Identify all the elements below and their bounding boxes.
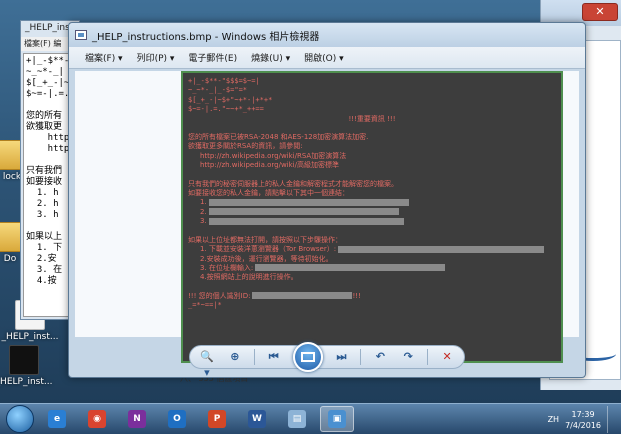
next-icon[interactable]: ⏭ — [333, 349, 351, 365]
divider — [253, 349, 255, 365]
redacted-block — [252, 292, 353, 300]
note-header-line: $[_+_-|~$+"~+*-|+*+* — [188, 95, 273, 104]
desktop-icon-help[interactable]: _HELP_inst... — [0, 345, 54, 387]
redacted-block — [208, 208, 399, 216]
fit-window-icon[interactable]: ⊕ — [226, 349, 244, 365]
taskbar-app-powerpoint[interactable]: P — [200, 406, 234, 432]
note-important: !!!重要資訊 !!! — [348, 114, 396, 123]
start-button[interactable] — [6, 405, 34, 433]
note-link-row: 2. — [188, 208, 556, 217]
taskbar-app-onenote[interactable]: N — [120, 406, 154, 432]
menu-print[interactable]: 列印(P) ▾ — [137, 51, 175, 64]
onenote-icon: N — [128, 410, 146, 428]
taskbar-app-notepad[interactable]: ▤ — [280, 406, 314, 432]
clock[interactable]: 17:39 7/4/2016 — [565, 409, 601, 431]
show-desktop-button[interactable] — [607, 406, 617, 433]
chrome-icon: ◉ — [88, 410, 106, 428]
system-tray: ZH 17:39 7/4/2016 — [548, 406, 617, 433]
divider — [360, 349, 362, 365]
delete-icon[interactable]: ✕ — [438, 349, 456, 365]
photo-viewer-titlebar[interactable]: _HELP_instructions.bmp - Windows 相片檢視器 — [69, 23, 585, 47]
note-link-row: 3. — [188, 217, 556, 226]
note-footer: _=*~==|* — [188, 301, 222, 310]
word-icon: W — [248, 410, 266, 428]
note-paragraph-line: 只有我們的秘密伺服器上的私人金鑰和解密程式才能解密您的檔案。 — [188, 179, 398, 188]
taskbar-app-chrome[interactable]: ◉ — [80, 406, 114, 432]
rotate-right-icon[interactable]: ↷ — [399, 349, 417, 365]
note-step: 4.按照網站上的說明進行操作。 — [200, 273, 298, 282]
redacted-block — [255, 264, 446, 272]
menu-burn[interactable]: 燒錄(U) ▾ — [251, 51, 290, 64]
desktop-icon-label: _HELP_inst... — [1, 332, 59, 342]
image-file-icon — [9, 345, 39, 375]
viewer-control-strip: 🔍▾ ⊕ ⏮ ⏭ ↶ ↷ ✕ — [189, 342, 465, 379]
note-number: 2. — [200, 207, 207, 216]
note-paragraph-line: 您的所有檔案已被RSA-2048 和AES-128加密演算法加密. — [188, 133, 369, 142]
taskbar-app-ie[interactable]: e — [40, 406, 74, 432]
note-link-row: 1. — [188, 198, 556, 207]
note-link: http://zh.wikipedia.org/wiki/高級加密標準 — [200, 161, 339, 170]
photo-viewer-window[interactable]: _HELP_instructions.bmp - Windows 相片檢視器 檔… — [68, 22, 586, 379]
viewer-controls: 🔍▾ ⊕ ⏮ ⏭ ↶ ↷ ✕ — [69, 337, 585, 379]
note-step-text: 1. 下載並安裝洋蔥瀏覽器（Tor Browser）: — [200, 245, 337, 254]
note-paragraph-line: 如要接收您的私人金鑰，請點擊以下其中一個連結： — [188, 189, 349, 198]
redacted-block — [208, 198, 409, 206]
photo-viewer-icon: ▣ — [328, 410, 346, 428]
note-step: 2.安裝成功後，運行瀏覽器，等待初始化。 — [200, 254, 333, 263]
taskbar-app-word[interactable]: W — [240, 406, 274, 432]
taskbar-apps: e ◉ N O P W ▤ ▣ — [34, 406, 354, 432]
note-id-line: !!! 您的個人識別ID:!!! — [188, 292, 556, 301]
image-file-icon — [75, 30, 87, 40]
desktop-icon-label: _HELP_inst... — [0, 377, 53, 387]
taskbar-app-outlook[interactable]: O — [160, 406, 194, 432]
slideshow-icon — [300, 352, 315, 362]
note-header-line: $~=-|.=."~~+*_++== — [188, 105, 264, 114]
redacted-block — [338, 245, 545, 253]
window-title: _HELP_instructions.bmp - Windows 相片檢視器 — [92, 31, 320, 43]
previous-icon[interactable]: ⏮ — [265, 349, 283, 365]
note-paragraph-line: 欲獲取更多關於RSA的資訊，請參閱: — [188, 142, 303, 151]
taskbar-app-photo-viewer[interactable]: ▣ — [320, 406, 354, 432]
outlook-icon: O — [168, 410, 186, 428]
note-header-line: ~_~*-_|_-$="=* — [188, 86, 248, 95]
note-step: 1. 下載並安裝洋蔥瀏覽器（Tor Browser）: — [188, 245, 556, 254]
note-link: http://zh.wikipedia.org/wiki/RSA加密演算法 — [200, 151, 347, 160]
note-step: 3. 在位址欄輸入: — [188, 264, 556, 273]
ransom-note-image: +|_-$**-"$$$=$~=| ~_~*-_|_-$="=* $[_+_-|… — [181, 71, 563, 363]
rotate-left-icon[interactable]: ↶ — [371, 349, 389, 365]
taskbar: e ◉ N O P W ▤ ▣ ZH 17:39 7/4/2016 — [0, 403, 621, 434]
redacted-block — [208, 217, 404, 225]
image-stage: +|_-$**-"$$$=$~=| ~_~*-_|_-$="=* $[_+_-|… — [75, 71, 579, 363]
clock-time: 17:39 — [571, 409, 595, 419]
note-paragraph-line: 如果以上位址都無法打開，請按照以下步驟操作： — [188, 235, 342, 244]
note-id-label: !!! 您的個人識別ID: — [188, 291, 251, 300]
note-header-line: +|_-$**-"$$$=$~=| — [188, 77, 260, 85]
note-step-text: 3. 在位址欄輸入: — [200, 263, 254, 272]
divider — [427, 349, 429, 365]
note-number: 1. — [200, 198, 207, 207]
note-id-suffix: !!! — [352, 291, 361, 300]
menu-email[interactable]: 電子郵件(E) — [188, 51, 237, 64]
powerpoint-icon: P — [208, 410, 226, 428]
clock-date: 7/4/2016 — [565, 420, 601, 430]
background-window-close-button[interactable]: ✕ — [582, 3, 618, 21]
notepad-icon: ▤ — [288, 410, 306, 428]
zoom-icon[interactable]: 🔍▾ — [198, 349, 216, 379]
slideshow-button[interactable] — [292, 342, 323, 372]
language-indicator[interactable]: ZH — [548, 415, 560, 424]
menu-open[interactable]: 開啟(O) ▾ — [304, 51, 344, 64]
ie-icon: e — [48, 410, 66, 428]
note-number: 3. — [200, 217, 207, 226]
photo-viewer-menubar: 檔案(F) ▾ 列印(P) ▾ 電子郵件(E) 燒錄(U) ▾ 開啟(O) ▾ — [69, 47, 585, 69]
menu-file[interactable]: 檔案(F) ▾ — [85, 51, 123, 64]
